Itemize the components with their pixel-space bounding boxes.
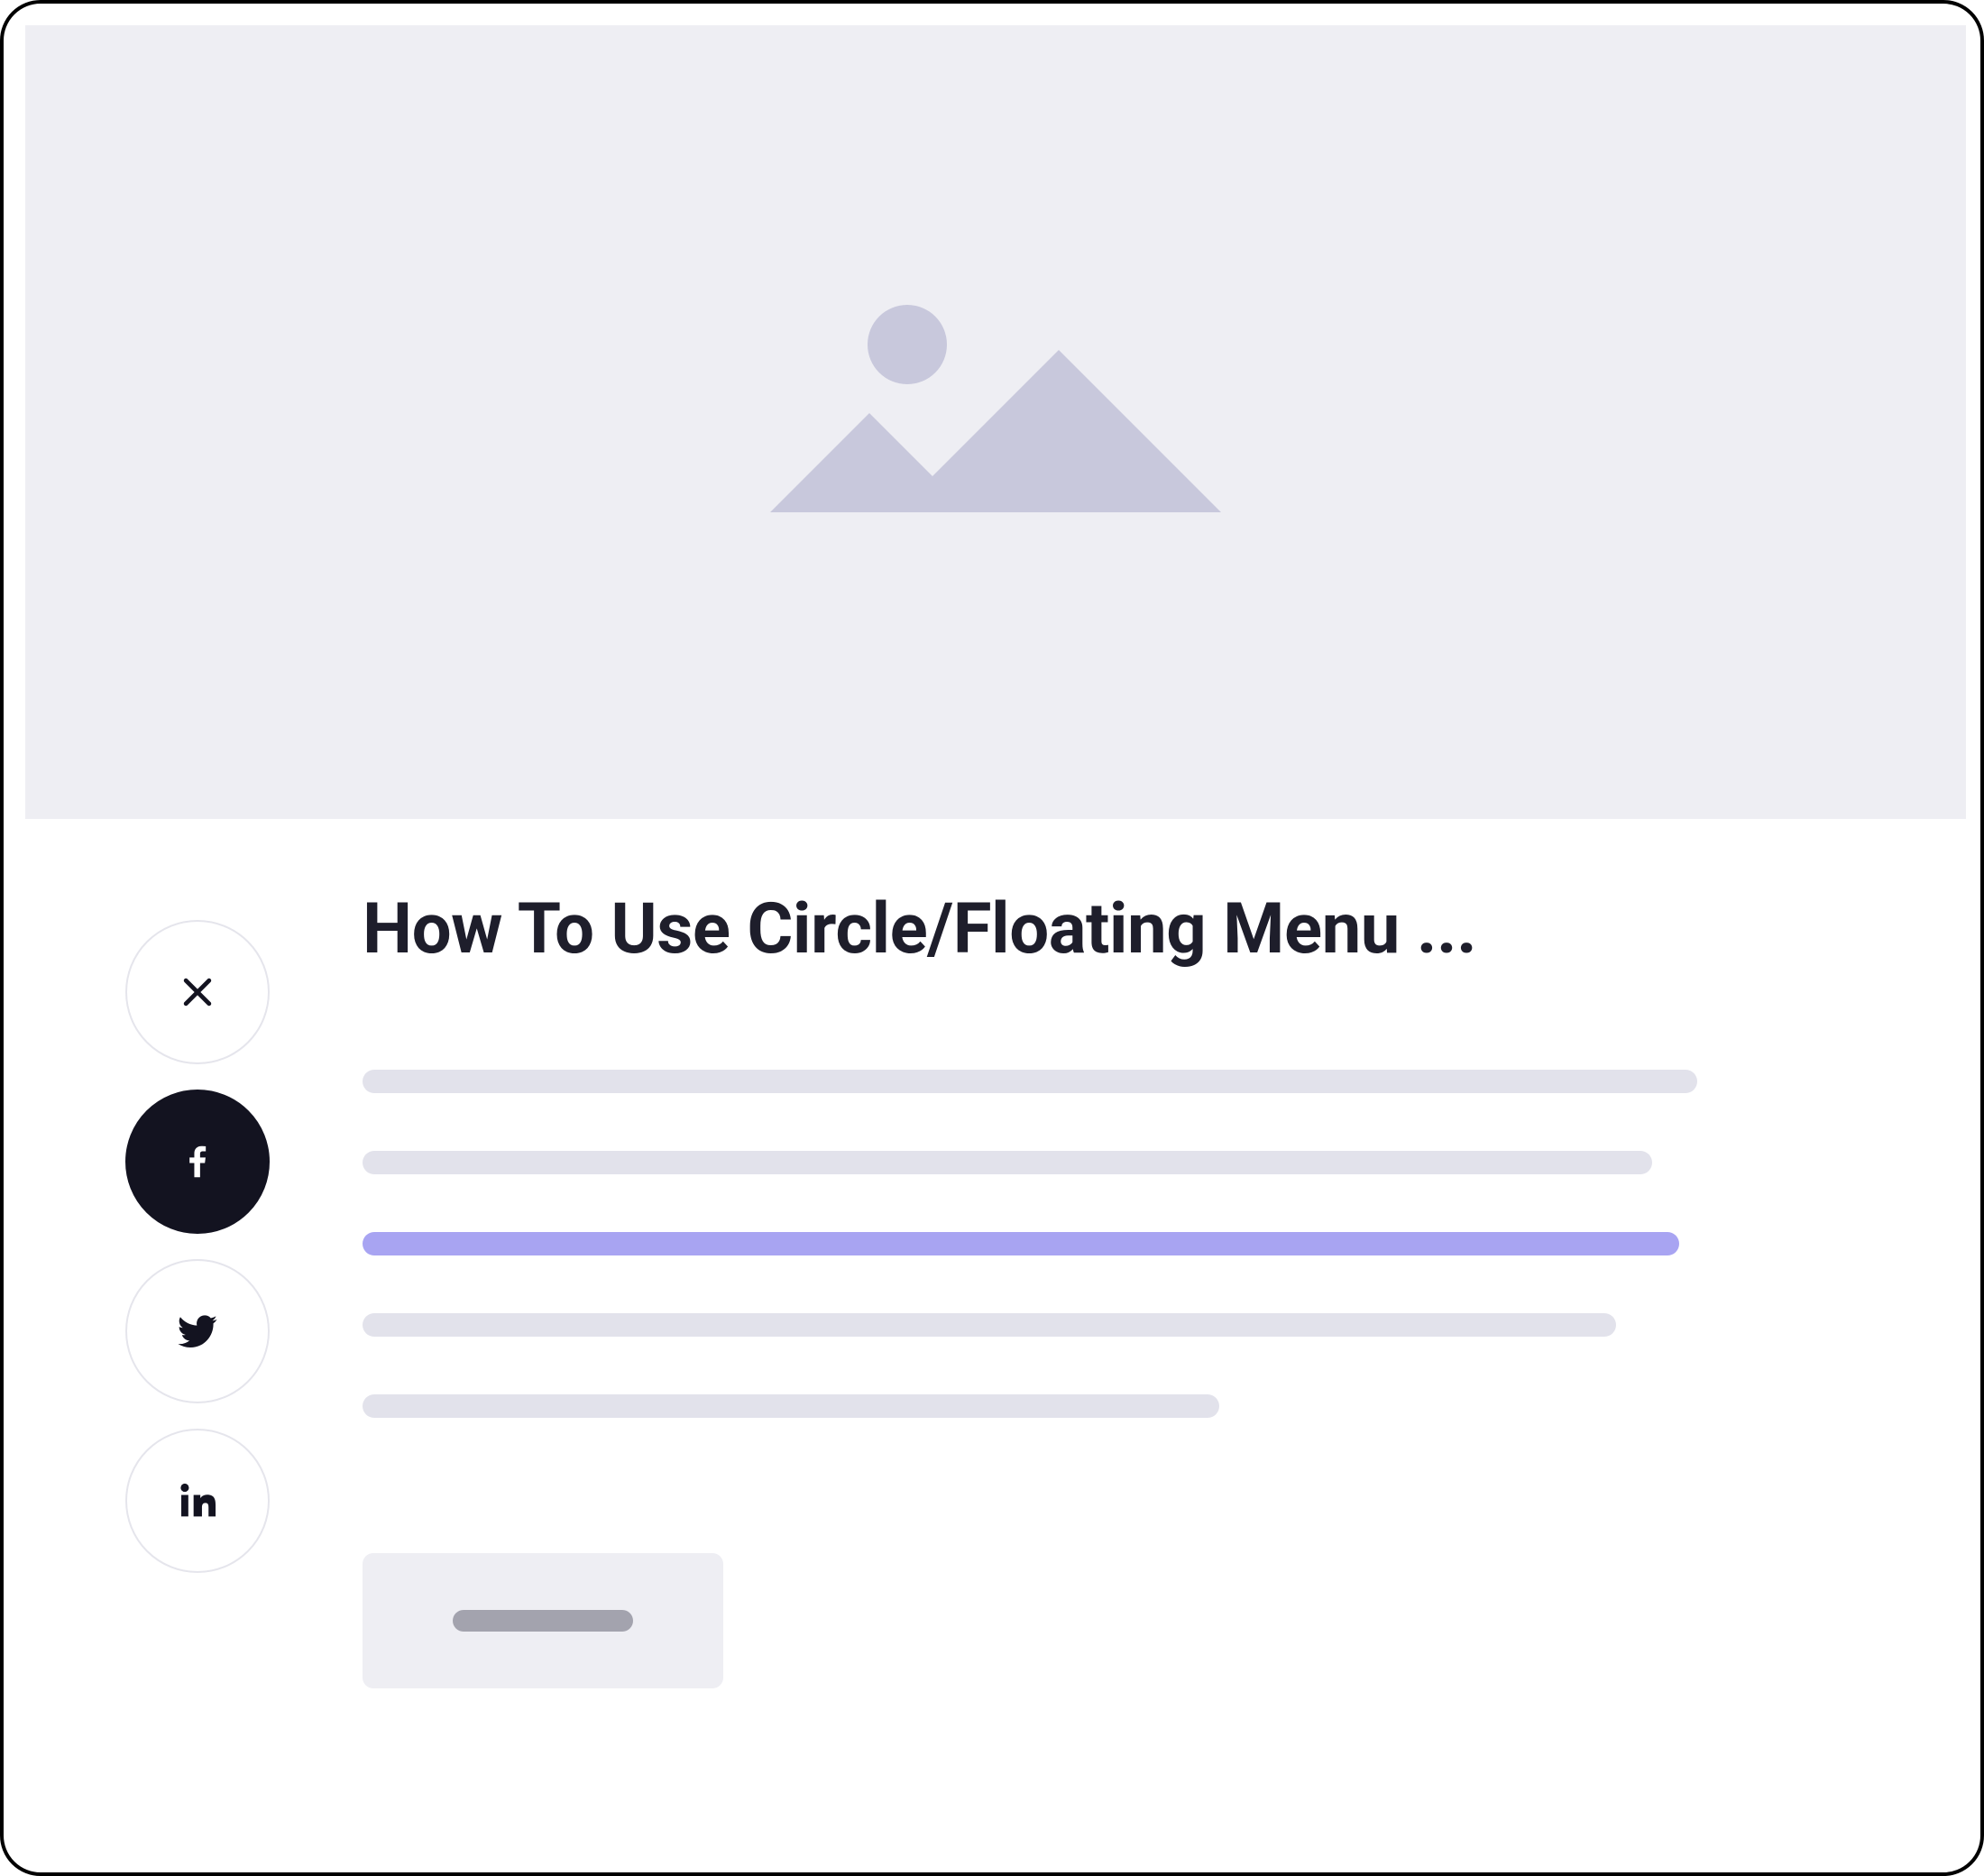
share-linkedin-button[interactable] bbox=[125, 1429, 270, 1573]
text-placeholder-line-highlight bbox=[363, 1232, 1679, 1255]
article-title: How To Use Circle/Floating Menu ... bbox=[363, 889, 1697, 970]
share-menu bbox=[125, 920, 270, 1573]
image-placeholder-icon bbox=[770, 305, 1221, 539]
share-twitter-button[interactable] bbox=[125, 1259, 270, 1403]
linkedin-icon bbox=[174, 1477, 221, 1524]
text-placeholder-line bbox=[363, 1394, 1219, 1418]
text-placeholder-line bbox=[363, 1151, 1652, 1174]
text-placeholder-line bbox=[363, 1070, 1697, 1093]
facebook-icon bbox=[177, 1141, 218, 1182]
hero-image-placeholder bbox=[25, 25, 1966, 819]
share-facebook-button[interactable] bbox=[125, 1090, 270, 1234]
close-button[interactable] bbox=[125, 920, 270, 1064]
cta-button-placeholder[interactable] bbox=[363, 1553, 723, 1688]
twitter-icon bbox=[174, 1308, 221, 1355]
text-placeholder-line bbox=[363, 1313, 1616, 1337]
cta-label-placeholder bbox=[453, 1610, 633, 1632]
article-content: How To Use Circle/Floating Menu ... bbox=[363, 889, 1697, 1688]
article-card: How To Use Circle/Floating Menu ... bbox=[0, 0, 1984, 1876]
close-icon bbox=[178, 972, 217, 1012]
